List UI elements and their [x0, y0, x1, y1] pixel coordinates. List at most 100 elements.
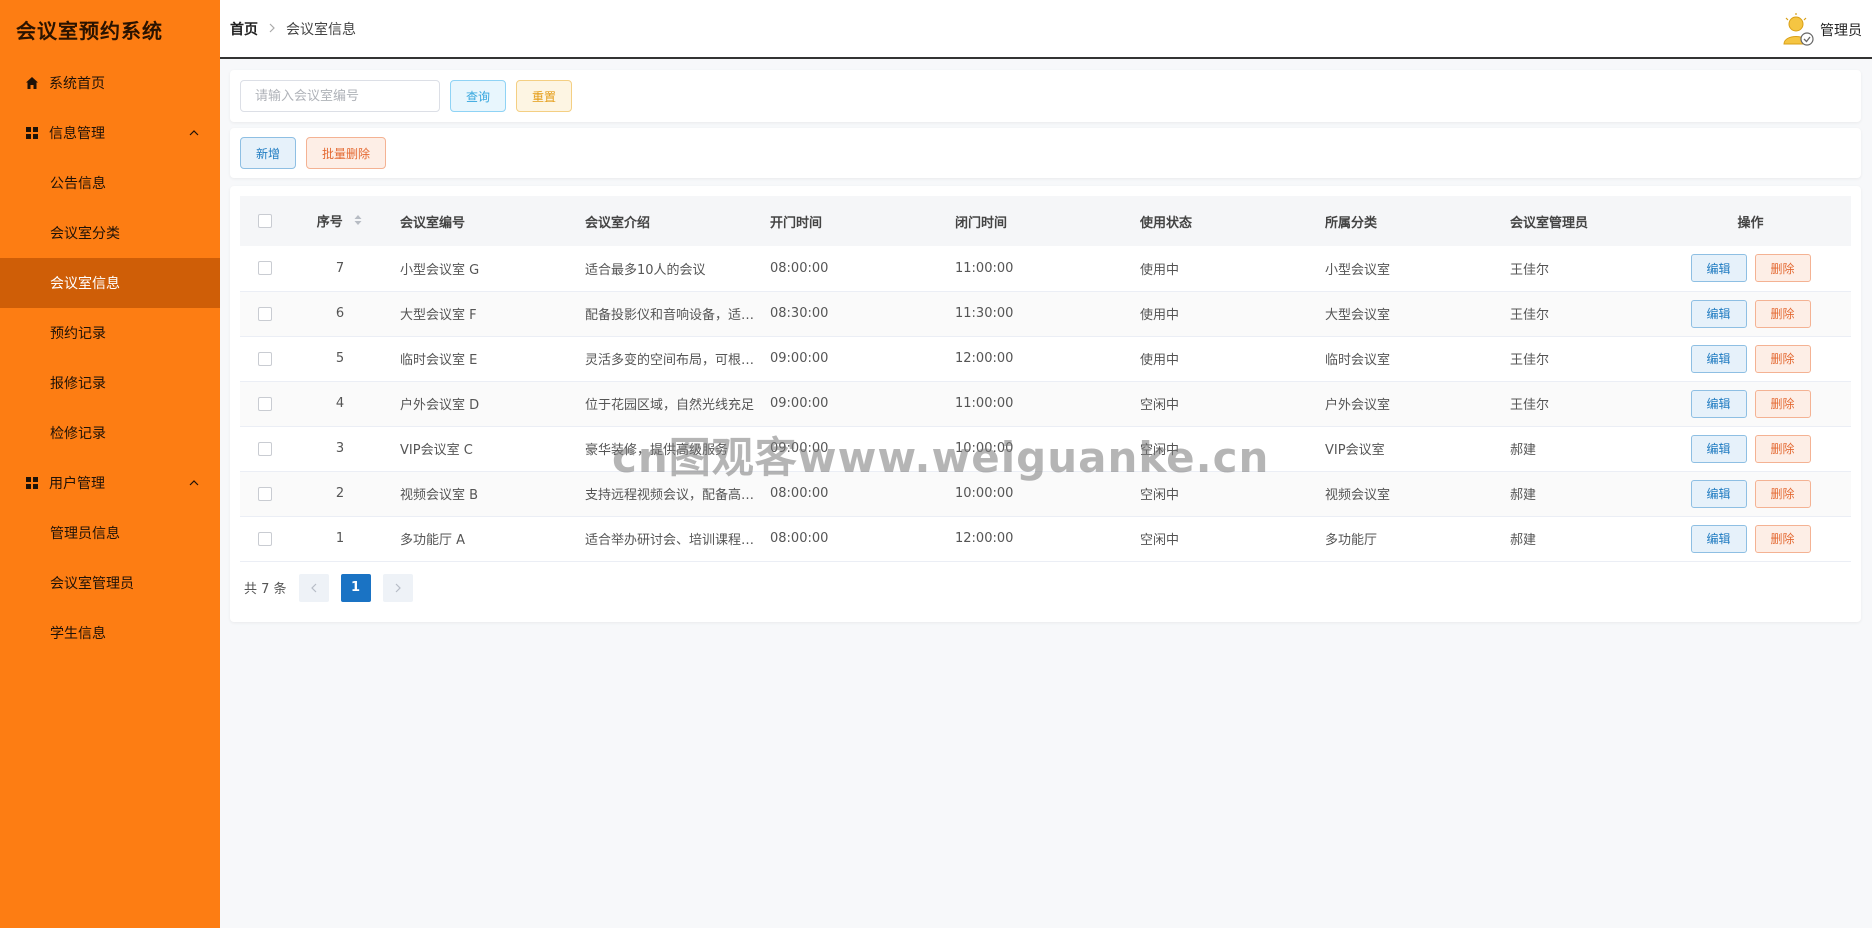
page-number[interactable]: 1: [340, 573, 371, 602]
select-all-checkbox[interactable]: [258, 214, 272, 228]
cell-intro: 支持远程视频会议，配备高清设备: [585, 488, 760, 503]
cell-close: 11:30:00: [955, 306, 1014, 321]
sidebar-item-room-category[interactable]: 会议室分类: [0, 208, 220, 258]
table-row: 6 大型会议室 F 配备投影仪和音响设备，适合大型会议 08:30:00 11:…: [240, 291, 1851, 336]
cell-manager: 郝建: [1510, 488, 1537, 503]
table-row: 7 小型会议室 G 适合最多10人的会议 08:00:00 11:00:00 使…: [240, 246, 1851, 291]
cell-category: 小型会议室: [1325, 262, 1391, 278]
sidebar-item-inspection[interactable]: 检修记录: [0, 408, 220, 458]
cell-open: 09:00:00: [770, 396, 829, 411]
delete-button[interactable]: 删除: [1754, 434, 1811, 463]
cell-manager: 王佳尔: [1510, 308, 1550, 323]
col-open: 开门时间: [770, 215, 823, 231]
table-row: 2 视频会议室 B 支持远程视频会议，配备高清设备 08:00:00 10:00…: [240, 471, 1851, 516]
row-checkbox[interactable]: [258, 396, 272, 411]
cell-id: 1: [335, 531, 345, 546]
sort-icon[interactable]: [353, 213, 363, 231]
cell-status: 空闲中: [1140, 488, 1180, 503]
cell-category: 临时会议室: [1325, 353, 1391, 368]
cell-category: 户外会议室: [1325, 398, 1391, 413]
delete-button[interactable]: 删除: [1754, 344, 1811, 373]
edit-button[interactable]: 编辑: [1690, 434, 1747, 463]
cell-code: VIP会议室 C: [400, 443, 473, 458]
grid-icon: [24, 125, 40, 141]
cell-code: 多功能厅 A: [400, 533, 466, 548]
cell-close: 10:00:00: [955, 441, 1014, 456]
cell-manager: 郝建: [1510, 533, 1537, 548]
cell-close: 10:00:00: [955, 486, 1014, 501]
row-checkbox[interactable]: [258, 261, 272, 276]
room-table: 序号 会议室编号 会议室介绍 开门时间 闭门时间 使用状态 所属分类 会议室管理…: [240, 196, 1851, 562]
delete-button[interactable]: 删除: [1754, 299, 1811, 328]
user-menu[interactable]: 管理员: [1780, 12, 1862, 48]
sidebar-item-room-info[interactable]: 会议室信息: [0, 258, 220, 308]
cell-category: 视频会议室: [1325, 488, 1391, 503]
sidebar: 会议室预约系统 系统首页 信息管理 公告信息 会议室分类 会议室信息 预约记录 …: [0, 0, 220, 928]
cell-id: 3: [335, 441, 345, 456]
search-input[interactable]: [240, 80, 440, 112]
cell-status: 使用中: [1140, 308, 1180, 323]
cell-intro: 灵活多变的空间布局，可根据需求调整: [585, 353, 760, 368]
cell-intro: 配备投影仪和音响设备，适合大型会议: [585, 308, 760, 323]
row-checkbox[interactable]: [258, 306, 272, 321]
chevron-up-icon: [188, 127, 200, 139]
delete-button[interactable]: 删除: [1754, 479, 1811, 508]
col-status: 使用状态: [1140, 215, 1193, 231]
cell-status: 使用中: [1140, 353, 1180, 368]
row-checkbox[interactable]: [258, 531, 272, 546]
batch-delete-button[interactable]: 批量删除: [306, 137, 386, 169]
edit-button[interactable]: 编辑: [1690, 344, 1747, 373]
col-close: 闭门时间: [955, 215, 1008, 231]
delete-button[interactable]: 删除: [1754, 254, 1811, 283]
col-code: 会议室编号: [400, 215, 466, 231]
cell-intro: 适合举办研讨会、培训课程等活动: [585, 533, 760, 548]
breadcrumb: 首页 会议室信息: [230, 19, 356, 39]
cell-status: 空闲中: [1140, 443, 1180, 458]
chevron-right-icon: [395, 583, 401, 592]
cell-status: 空闲中: [1140, 533, 1180, 548]
sidebar-item-booking[interactable]: 预约记录: [0, 308, 220, 358]
search-bar: 查询 重置: [230, 70, 1861, 122]
edit-button[interactable]: 编辑: [1690, 524, 1747, 553]
breadcrumb-home[interactable]: 首页: [230, 19, 258, 39]
sidebar-item-notice[interactable]: 公告信息: [0, 158, 220, 208]
reset-button[interactable]: 重置: [516, 80, 572, 112]
cell-close: 11:00:00: [955, 260, 1014, 276]
cell-category: 多功能厅: [1325, 533, 1378, 548]
sidebar-group-info[interactable]: 信息管理: [0, 108, 220, 158]
cell-close: 12:00:00: [955, 531, 1014, 546]
cell-category: 大型会议室: [1325, 308, 1391, 323]
cell-code: 户外会议室 D: [400, 398, 480, 413]
cell-code: 大型会议室 F: [400, 308, 477, 323]
edit-button[interactable]: 编辑: [1690, 479, 1747, 508]
chevron-left-icon: [310, 583, 316, 592]
cell-id: 7: [335, 260, 345, 276]
user-name: 管理员: [1820, 23, 1862, 39]
sidebar-item-student[interactable]: 学生信息: [0, 608, 220, 658]
prev-page-button[interactable]: [298, 573, 329, 602]
edit-button[interactable]: 编辑: [1690, 389, 1747, 418]
table-row: 4 户外会议室 D 位于花园区域，自然光线充足 09:00:00 11:00:0…: [240, 381, 1851, 426]
breadcrumb-current: 会议室信息: [286, 21, 356, 38]
cell-id: 2: [335, 486, 345, 501]
row-checkbox[interactable]: [258, 351, 272, 366]
sidebar-item-home[interactable]: 系统首页: [0, 58, 220, 108]
pagination: 共 7 条 1: [240, 573, 1851, 602]
row-checkbox[interactable]: [258, 441, 272, 456]
cell-manager: 郝建: [1510, 443, 1537, 458]
row-checkbox[interactable]: [258, 486, 272, 501]
next-page-button[interactable]: [382, 573, 413, 602]
edit-button[interactable]: 编辑: [1690, 299, 1747, 328]
delete-button[interactable]: 删除: [1754, 389, 1811, 418]
col-id[interactable]: 序号: [290, 196, 390, 246]
add-button[interactable]: 新增: [240, 137, 296, 169]
delete-button[interactable]: 删除: [1754, 524, 1811, 553]
sidebar-item-admin[interactable]: 管理员信息: [0, 508, 220, 558]
top-header: 首页 会议室信息 管理员: [220, 0, 1872, 59]
query-button[interactable]: 查询: [450, 80, 506, 112]
sidebar-group-users[interactable]: 用户管理: [0, 458, 220, 508]
sidebar-item-label: 系统首页: [49, 76, 105, 92]
sidebar-item-room-manager[interactable]: 会议室管理员: [0, 558, 220, 608]
edit-button[interactable]: 编辑: [1690, 254, 1747, 283]
sidebar-item-repair[interactable]: 报修记录: [0, 358, 220, 408]
